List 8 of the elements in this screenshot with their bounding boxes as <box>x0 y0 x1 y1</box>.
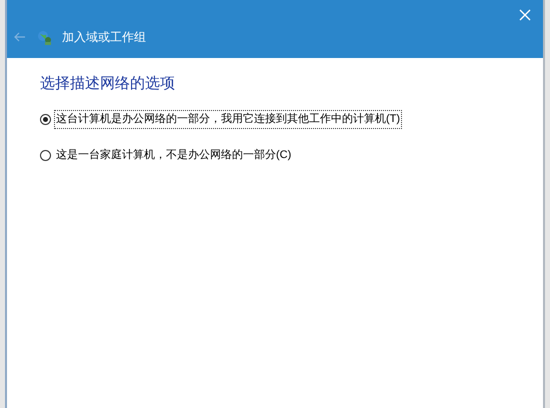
page-heading: 选择描述网络的选项 <box>40 74 176 94</box>
radio-button[interactable] <box>40 150 51 161</box>
back-arrow-icon <box>14 32 26 42</box>
radio-button[interactable] <box>40 114 51 125</box>
network-globe-icon <box>37 30 52 44</box>
radio-option[interactable]: 这是一台家庭计算机，不是办公网络的一部分(C) <box>40 147 543 164</box>
window-title: 加入域或工作组 <box>62 29 146 46</box>
close-icon <box>519 9 531 21</box>
